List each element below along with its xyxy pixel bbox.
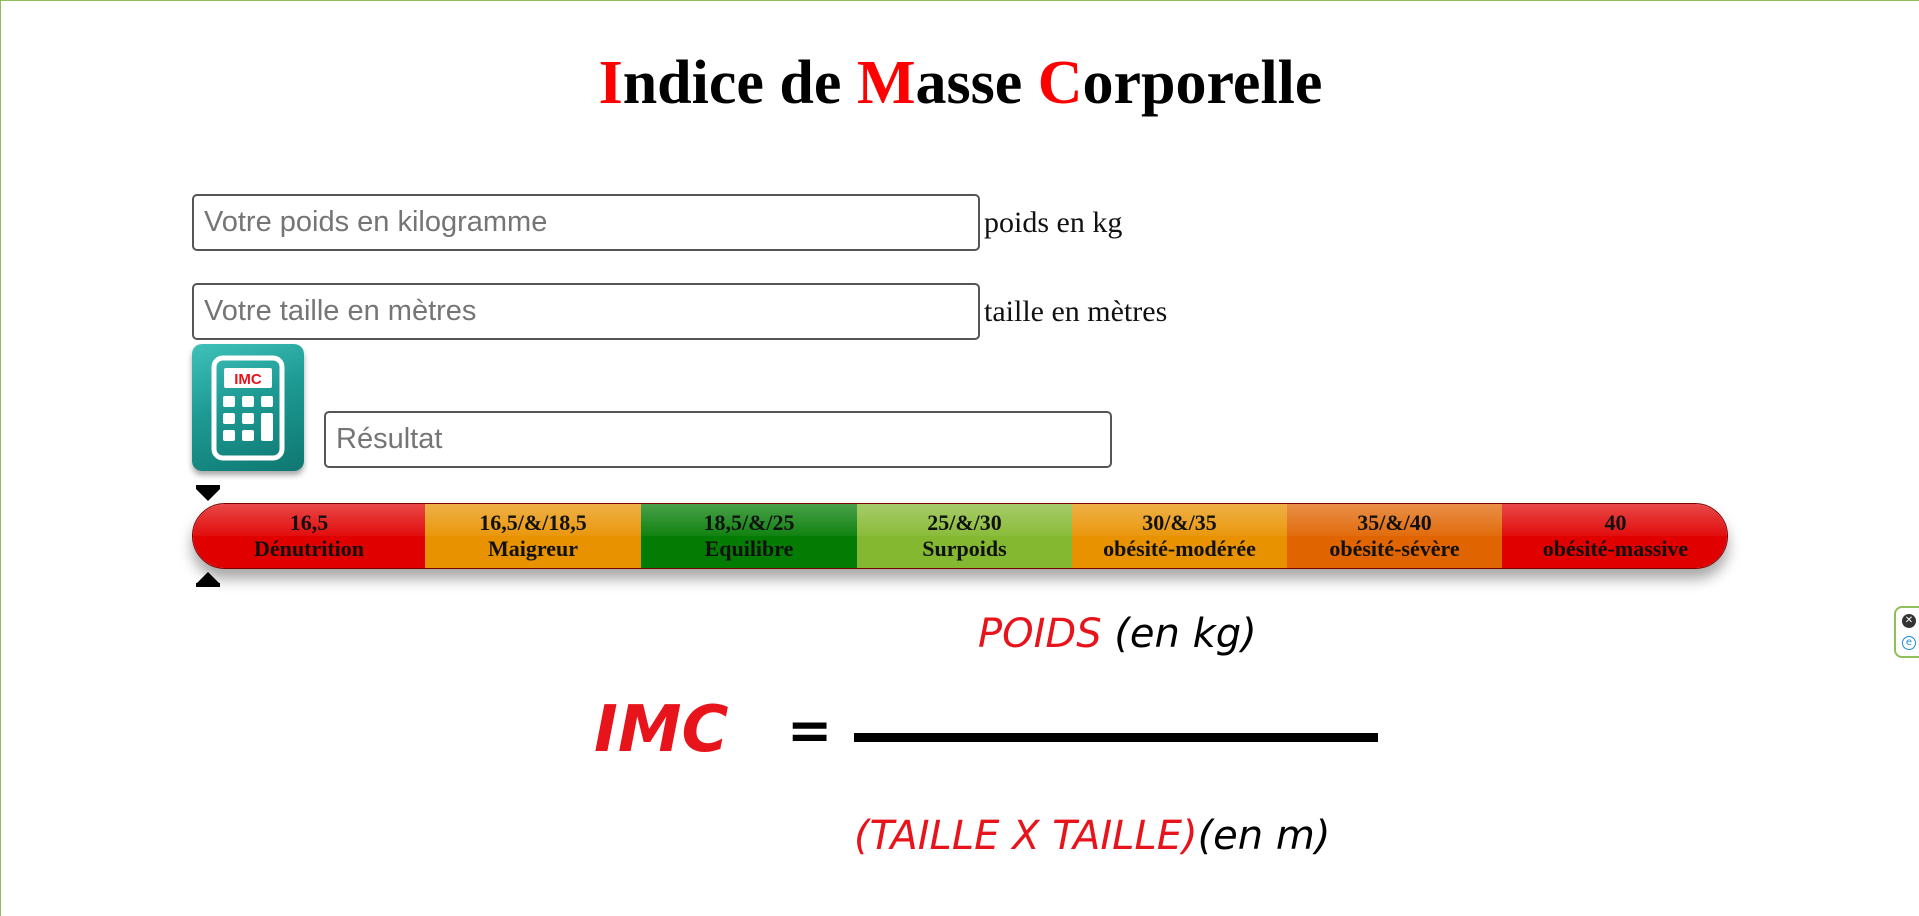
scale-segment-label: Maigreur: [487, 536, 578, 561]
scale-segment: 18,5/&/25 Equilibre: [641, 504, 857, 568]
scale-segment-range: 40: [1604, 510, 1627, 535]
formula-equals-sign: =: [787, 699, 833, 762]
title-text-1: ndice de: [622, 49, 857, 117]
title-initial-m: M: [856, 49, 916, 117]
title-initial-i: I: [598, 49, 623, 117]
title-text-2: asse: [915, 49, 1038, 117]
scale-segment: 30/&/35 obésité-modérée: [1072, 504, 1287, 568]
height-unit-label: taille en mètres: [984, 295, 1168, 328]
calculate-button[interactable]: IMC: [192, 344, 304, 471]
formula-numerator-label: POIDS: [978, 611, 1102, 657]
title-initial-c: C: [1037, 49, 1083, 117]
scale-segment-label: obésité-sévère: [1329, 536, 1460, 561]
title-text-3: orporelle: [1082, 49, 1323, 117]
scale-segment-label: Equilibre: [704, 536, 794, 561]
scale-segment: 25/&/30 Surpoids: [857, 504, 1072, 568]
bmi-scale: 16,5 Dénutrition 16,5/&/18,5 Maigreur 18,5/&…: [192, 503, 1728, 569]
scale-segment-range: 25/&/30: [927, 510, 1002, 535]
formula-numerator: POIDS (en kg): [978, 611, 1257, 657]
scale-segment-range: 16,5: [289, 510, 329, 535]
formula-numerator-unit: (en kg): [1101, 611, 1257, 657]
weight-unit-label: poids en kg: [984, 206, 1123, 239]
scale-segment-label: obésité-modérée: [1103, 536, 1256, 561]
formula-denominator: (TAILLE X TAILLE)(en m): [854, 813, 1330, 859]
scale-segment-range: 18,5/&/25: [703, 510, 795, 535]
calculator-icon: IMC: [211, 355, 285, 461]
scale-marker-top: [196, 489, 220, 501]
scale-segment-range: 30/&/35: [1142, 510, 1217, 535]
extension-icon[interactable]: e: [1902, 636, 1916, 650]
formula-denominator-unit: (en m): [1197, 813, 1331, 859]
weight-input[interactable]: [192, 194, 980, 251]
scale-segment: 16,5/&/18,5 Maigreur: [425, 504, 641, 568]
scale-marker-bottom-bar: [196, 583, 220, 587]
scale-segment-label: Surpoids: [922, 536, 1007, 561]
formula-denominator-label: (TAILLE X TAILLE): [854, 813, 1198, 859]
side-widget: ✕ e: [1894, 606, 1919, 658]
scale-segment: 35/&/40 obésité-sévère: [1287, 504, 1502, 568]
scale-segment-range: 35/&/40: [1357, 510, 1432, 535]
scale-segment-label: obésité-massive: [1542, 536, 1689, 561]
calculator-label: IMC: [234, 371, 262, 388]
scale-segment: 16,5 Dénutrition: [193, 504, 425, 568]
formula-fraction-bar: [854, 733, 1378, 742]
result-output[interactable]: [324, 411, 1112, 468]
height-input[interactable]: [192, 283, 980, 340]
scale-segment-range: 16,5/&/18,5: [479, 510, 587, 535]
scale-segment-label: Dénutrition: [254, 536, 364, 561]
scale-segment: 40 obésité-massive: [1502, 504, 1727, 568]
formula-imc-label: IMC: [594, 693, 729, 767]
close-icon[interactable]: ✕: [1902, 614, 1916, 628]
page-title: Indice de Masse Corporelle: [1, 43, 1919, 123]
